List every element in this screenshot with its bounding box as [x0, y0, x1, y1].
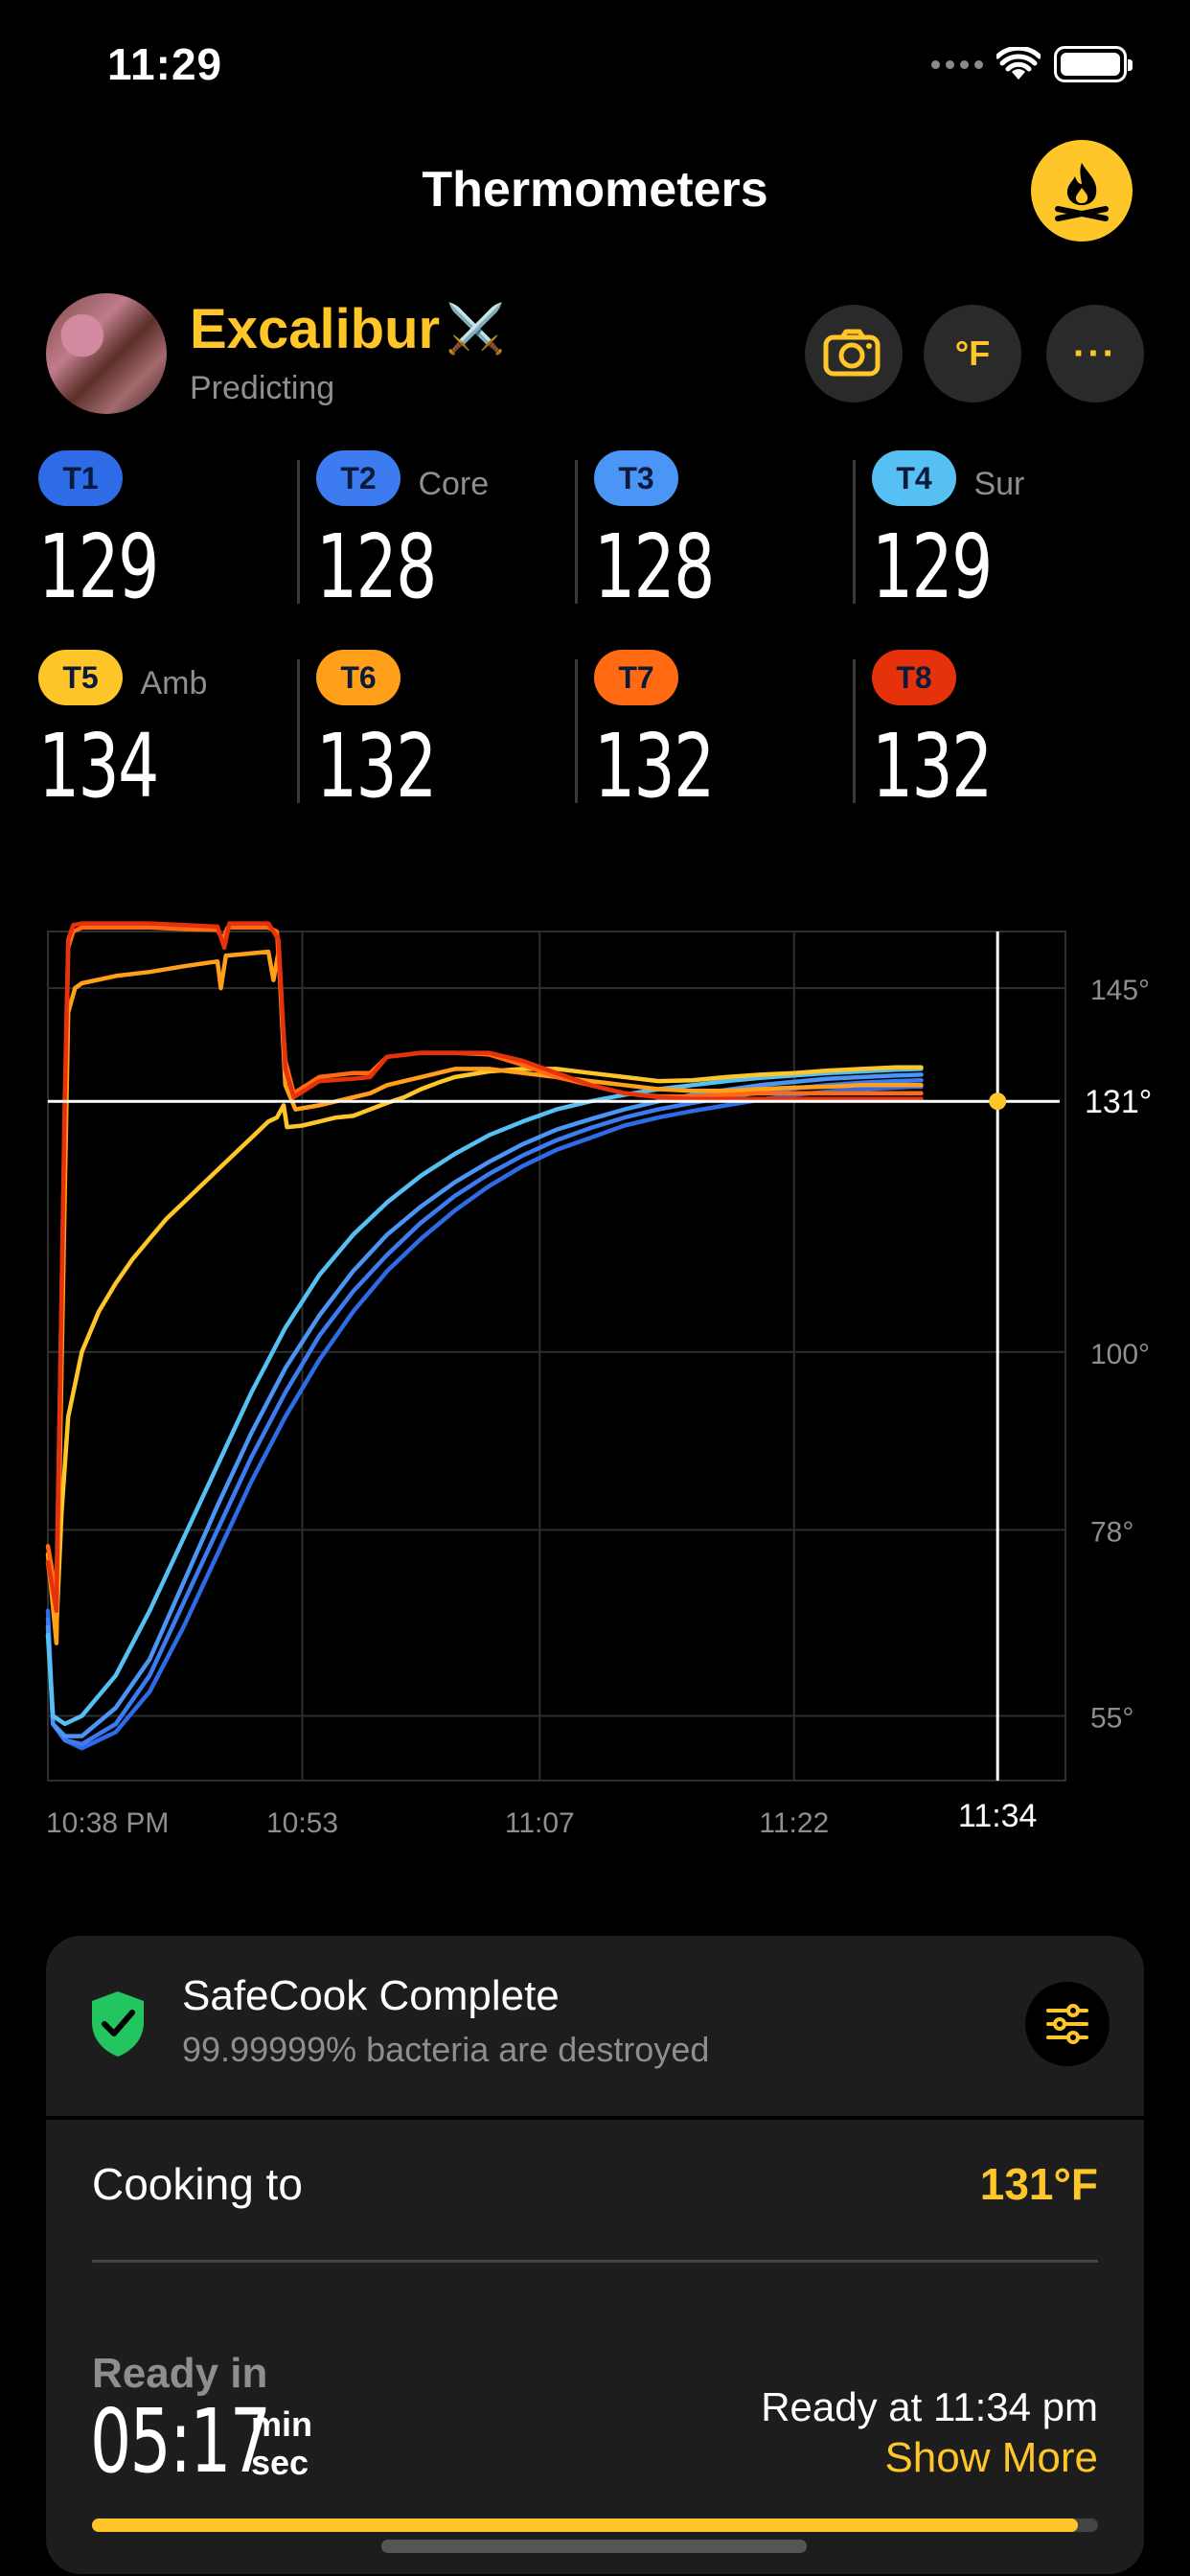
- sensor-badge: T7: [594, 650, 678, 705]
- series-line-t7: [45, 925, 924, 1598]
- battery-icon: [1054, 46, 1133, 82]
- wifi-icon: [996, 47, 1041, 80]
- sensor-grid: T1 129 T2 Core 128 T3 128 T4 Sur 129 T5 …: [38, 450, 1150, 849]
- sensor-t1[interactable]: T1 129: [38, 450, 316, 650]
- home-indicator[interactable]: [381, 2540, 807, 2553]
- cook-status-card: SafeCook Complete 99.99999% bacteria are…: [46, 1936, 1144, 2574]
- sensor-temperature: 128: [594, 516, 715, 618]
- device-status: Predicting: [190, 370, 335, 406]
- x-tick-label: 11:34: [958, 1798, 1038, 1834]
- chart-frame: [47, 931, 1066, 1782]
- show-more-link[interactable]: Show More: [884, 2434, 1098, 2482]
- safecook-subtitle: 99.99999% bacteria are destroyed: [182, 2030, 710, 2069]
- sensor-t5[interactable]: T5 Amb 134: [38, 650, 316, 849]
- sensor-t6[interactable]: T6 132: [297, 650, 594, 849]
- sensor-badge: T1: [38, 450, 123, 506]
- shield-check-icon: [92, 1991, 144, 2057]
- campfire-icon: [1055, 163, 1109, 221]
- sliders-icon: [1046, 2004, 1088, 2044]
- device-photo-avatar[interactable]: [46, 293, 167, 414]
- sensor-tag: Sur: [973, 466, 1025, 503]
- temperature-unit-button[interactable]: °F: [924, 305, 1021, 402]
- sensor-temperature: 129: [38, 516, 159, 618]
- camera-icon: [823, 329, 881, 377]
- safecook-settings-button[interactable]: [1025, 1982, 1110, 2066]
- series-line-t2: [45, 1078, 924, 1747]
- sensor-temperature: 132: [872, 715, 993, 817]
- more-options-button[interactable]: ···: [1046, 305, 1144, 402]
- sensor-badge: T5: [38, 650, 123, 705]
- sensor-t7[interactable]: T7 132: [575, 650, 872, 849]
- sensor-temperature: 132: [316, 715, 437, 817]
- y-tick-label: 100°: [1090, 1339, 1150, 1370]
- cook-progress-fill: [92, 2518, 1078, 2532]
- y-tick-label: 55°: [1090, 1702, 1133, 1734]
- ready-in-time: 05:17: [90, 2390, 271, 2493]
- seconds-unit: sec: [251, 2443, 309, 2482]
- sensor-badge: T3: [594, 450, 678, 506]
- sensor-t4[interactable]: T4 Sur 129: [853, 450, 1150, 650]
- sensor-badge: T2: [316, 450, 400, 506]
- predicted-done-point: [989, 1092, 1007, 1111]
- ready-in-units: min sec: [251, 2405, 312, 2482]
- sensor-badge: T8: [872, 650, 956, 705]
- safecook-title: SafeCook Complete: [182, 1972, 560, 2019]
- minutes-unit: min: [251, 2404, 313, 2444]
- sensor-badge: T6: [316, 650, 400, 705]
- campfire-button[interactable]: [1031, 140, 1133, 242]
- sensor-temperature: 128: [316, 516, 437, 618]
- sensor-temperature: 132: [594, 715, 715, 817]
- camera-button[interactable]: [805, 305, 903, 402]
- sensor-temperature: 129: [872, 516, 993, 618]
- ready-at-time: Ready at 11:34 pm: [761, 2384, 1098, 2429]
- cellular-signal-icon: [931, 59, 983, 69]
- x-tick-label: 10:38 PM: [46, 1807, 169, 1839]
- device-name[interactable]: Excalibur ⚔️: [190, 297, 505, 361]
- sensor-t8[interactable]: T8 132: [853, 650, 1150, 849]
- crossed-swords-icon: ⚔️: [446, 302, 506, 356]
- temperature-chart[interactable]: 145° 131° 100° 78° 55° 10:38 PM 10:53 11:07 11:2…: [0, 920, 1190, 1840]
- cooking-to-label: Cooking to: [92, 2159, 303, 2209]
- cooking-target-temperature[interactable]: 131°F: [980, 2158, 1098, 2210]
- sensor-t2[interactable]: T2 Core 128: [297, 450, 594, 650]
- sensor-tag: Core: [418, 466, 490, 503]
- y-tick-label: 131°: [1085, 1084, 1152, 1120]
- sensor-temperature: 134: [38, 715, 159, 817]
- series-line-t1: [45, 1084, 924, 1751]
- x-tick-label: 10:53: [266, 1807, 338, 1839]
- cook-progress-bar: [92, 2518, 1098, 2532]
- device-name-text: Excalibur: [190, 298, 441, 360]
- x-tick-label: 11:22: [759, 1807, 829, 1839]
- sensor-tag: Amb: [140, 665, 208, 702]
- page-title: Thermometers: [422, 162, 768, 218]
- divider: [92, 2260, 1098, 2263]
- sensor-t3[interactable]: T3 128: [575, 450, 872, 650]
- y-tick-label: 145°: [1090, 975, 1150, 1006]
- x-tick-label: 11:07: [505, 1807, 575, 1839]
- y-tick-label: 78°: [1090, 1516, 1133, 1548]
- safecook-section: SafeCook Complete 99.99999% bacteria are…: [46, 1936, 1144, 2120]
- series-line-t4: [45, 1067, 924, 1727]
- series-line-t8: [45, 921, 924, 1614]
- sensor-badge: T4: [872, 450, 956, 506]
- status-indicators: [931, 46, 1133, 82]
- status-time: 11:29: [107, 39, 223, 89]
